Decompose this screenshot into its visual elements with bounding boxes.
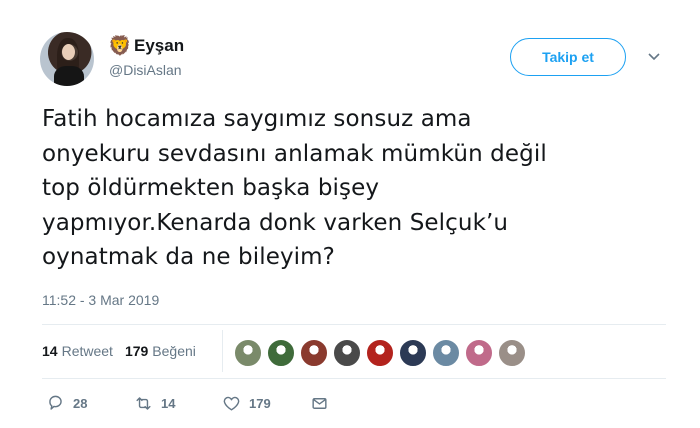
liker-avatar[interactable] [267, 339, 295, 367]
envelope-icon [312, 398, 327, 409]
reply-count: 28 [73, 396, 88, 411]
tweet-actions: 28 14 179 [46, 394, 346, 416]
liker-avatar[interactable] [366, 339, 394, 367]
author-name-row[interactable]: 🦁 Eyşan [108, 36, 184, 56]
tweet-text: Fatih hocamıza saygımız sonsuz ama onyek… [42, 102, 662, 275]
tweet-text-line: yapmıyor.Kenarda donk varken Selçuk’u [42, 209, 509, 236]
liker-avatar[interactable] [234, 339, 262, 367]
retweet-count: 14 [161, 396, 176, 411]
tweet-text-line: onyekuru sevdasını anlamak mümkün değil [42, 140, 547, 167]
heart-icon [223, 396, 240, 411]
avatar-face [62, 44, 75, 60]
retweet-stat-label: Retweet [61, 343, 113, 359]
liker-avatar[interactable] [333, 339, 361, 367]
liker-avatar[interactable] [465, 339, 493, 367]
like-stat-label: Beğeni [152, 343, 196, 359]
like-button[interactable]: 179 [222, 394, 271, 413]
retweet-stat[interactable]: 14 Retweet [42, 343, 113, 359]
like-count: 179 [249, 396, 271, 411]
liker-avatars [234, 339, 531, 367]
like-stat-count: 179 [124, 343, 149, 359]
retweet-stat-count: 14 [42, 343, 58, 359]
liker-avatar[interactable] [399, 339, 427, 367]
liker-avatar[interactable] [432, 339, 460, 367]
reply-button[interactable]: 28 [46, 394, 87, 413]
avatar-body [54, 66, 84, 86]
author-display-name[interactable]: Eyşan [134, 36, 184, 56]
liker-avatar[interactable] [498, 339, 526, 367]
divider [42, 378, 666, 379]
author-handle[interactable]: @DisiAslan [109, 62, 182, 78]
retweet-icon [136, 397, 151, 410]
tweet-text-line: Fatih hocamıza saygımız sonsuz ama [42, 106, 472, 132]
tweet-text-line: top öldürmekten başka bişey [42, 175, 380, 201]
tweet-text-line: oynatmak da ne bileyim? [42, 244, 335, 270]
tweet-timestamp[interactable]: 11:52 - 3 Mar 2019 [42, 292, 159, 308]
stats-separator [222, 330, 223, 372]
lion-emoji-icon: 🦁 [108, 35, 132, 57]
engagement-stats: 14 Retweet 179 Beğeni [42, 343, 208, 359]
avatar[interactable] [40, 32, 94, 86]
retweet-button[interactable]: 14 [134, 394, 175, 413]
liker-avatar[interactable] [300, 339, 328, 367]
like-stat[interactable]: 179 Beğeni [125, 343, 196, 359]
reply-icon [49, 395, 62, 410]
divider [42, 324, 666, 325]
chevron-down-icon[interactable] [646, 48, 662, 64]
follow-button[interactable]: Takip et [510, 38, 626, 76]
direct-message-button[interactable] [310, 394, 329, 413]
